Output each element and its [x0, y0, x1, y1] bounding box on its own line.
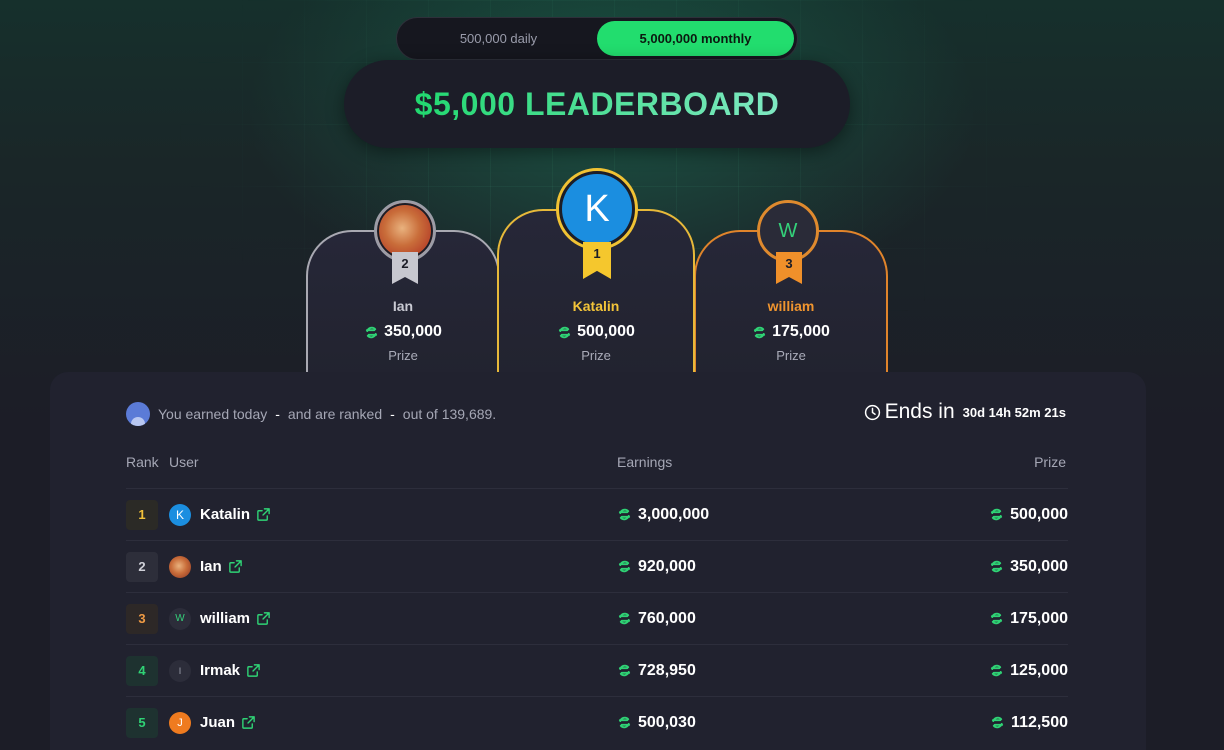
leaderboard-banner: $5,000 LEADERBOARD — [344, 60, 850, 148]
earnings-value: 920,000 — [638, 557, 696, 575]
podium-prize-label: Prize — [581, 348, 611, 363]
prize-value: 500,000 — [1010, 505, 1068, 523]
rank-badge: 5 — [126, 707, 158, 738]
prize-cell: 112,500 — [990, 714, 1068, 732]
clock-icon — [864, 404, 880, 420]
podium-prize-label: Prize — [388, 348, 418, 363]
podium-prize: 350,000 — [308, 323, 498, 341]
coin-icon — [991, 716, 1004, 729]
column-header-earnings: Earnings — [617, 454, 673, 470]
coin-icon — [753, 326, 766, 338]
external-link-icon[interactable] — [246, 663, 261, 678]
monthly-toggle-option[interactable]: 5,000,000 monthly — [597, 21, 794, 56]
earnings-cell: 500,030 — [617, 714, 696, 732]
prize-cell: 175,000 — [989, 610, 1068, 628]
rank-badge: 1 — [126, 499, 158, 530]
podium-prize-value: 350,000 — [384, 323, 442, 340]
table-row: 4 I Irmak 728,950 125,000 — [126, 644, 1068, 696]
earnings-cell: 3,000,000 — [617, 506, 709, 524]
table-row: 2 Ian 920,000 350,000 — [126, 540, 1068, 592]
coin-icon — [618, 664, 631, 677]
coin-icon — [991, 664, 1003, 677]
table-row: 3 W william 760,000 175,000 — [126, 592, 1068, 644]
user-name-link[interactable]: Irmak — [200, 662, 240, 679]
podium-name: Ian — [392, 298, 414, 314]
prize-value: 350,000 — [1010, 557, 1068, 575]
avatar-letter: K — [562, 174, 632, 244]
rank-badge: 3 — [126, 603, 158, 634]
prize-value: 175,000 — [1010, 609, 1068, 627]
avatar[interactable]: K — [169, 503, 191, 526]
countdown: Ends in 30d 14h 52m 21s — [864, 400, 1066, 424]
column-header-prize: Prize — [1034, 454, 1066, 470]
user-avatar-icon — [126, 402, 150, 426]
podium-prize: 500,000 — [499, 323, 693, 341]
prize-cell: 125,000 — [989, 662, 1068, 680]
coin-icon — [618, 560, 631, 573]
coin-icon — [558, 326, 571, 338]
podium-prize: 175,000 — [696, 323, 886, 341]
external-link-icon[interactable] — [241, 715, 256, 730]
table-row: 5 J Juan 500,030 112,500 — [126, 696, 1068, 748]
user-status: You earned today - and are ranked - out … — [126, 402, 496, 426]
podium-name: Katalin — [572, 298, 620, 314]
rank-badge: 2 — [126, 551, 158, 582]
prize-cell: 500,000 — [989, 506, 1068, 524]
status-suffix: out of 139,689. — [402, 406, 497, 422]
coin-icon — [618, 612, 631, 625]
table-row: 1 K Katalin 3,000,000 500,000 — [126, 488, 1068, 540]
prize-value: 125,000 — [1010, 661, 1068, 679]
avatar[interactable]: W — [169, 607, 191, 630]
coin-icon — [618, 716, 631, 729]
external-link-icon[interactable] — [256, 507, 271, 522]
status-dash: - — [390, 406, 395, 422]
user-name-link[interactable]: Katalin — [200, 506, 250, 523]
coin-icon — [365, 326, 378, 338]
earnings-cell: 728,950 — [617, 662, 696, 680]
prize-value: 112,500 — [1011, 713, 1068, 731]
countdown-time: 30d 14h 52m 21s — [962, 404, 1066, 420]
podium-prize-value: 175,000 — [772, 323, 830, 340]
countdown-label: Ends in — [884, 400, 955, 423]
status-dash: - — [275, 406, 280, 422]
coin-icon — [991, 560, 1003, 573]
avatar-letter: W — [778, 219, 798, 242]
podium-prize-label: Prize — [776, 348, 806, 363]
earnings-value: 728,950 — [638, 661, 696, 679]
earnings-cell: 760,000 — [617, 610, 696, 628]
user-name-link[interactable]: Ian — [200, 558, 222, 575]
page-title: $5,000 LEADERBOARD — [414, 85, 780, 122]
status-prefix: You earned today — [158, 406, 268, 422]
external-link-icon[interactable] — [256, 611, 271, 626]
avatar[interactable]: I — [169, 659, 191, 682]
earnings-value: 3,000,000 — [638, 505, 710, 523]
earnings-value: 500,030 — [638, 713, 696, 731]
period-toggle: 500,000 daily 5,000,000 monthly — [396, 17, 798, 60]
daily-toggle-option[interactable]: 500,000 daily — [400, 21, 597, 56]
earnings-cell: 920,000 — [617, 558, 696, 576]
avatar[interactable]: J — [169, 711, 191, 734]
coin-icon — [991, 508, 1003, 521]
user-name-link[interactable]: Juan — [200, 714, 235, 731]
podium-name: william — [767, 298, 815, 314]
rank-badge: 4 — [126, 655, 158, 686]
column-header-rank: Rank — [126, 454, 159, 470]
earnings-value: 760,000 — [638, 609, 696, 627]
coin-icon — [991, 612, 1003, 625]
external-link-icon[interactable] — [228, 559, 243, 574]
avatar[interactable] — [169, 555, 191, 578]
podium-prize-value: 500,000 — [577, 323, 635, 340]
column-header-user: User — [169, 454, 199, 470]
status-middle: and are ranked — [287, 406, 383, 422]
coin-icon — [618, 508, 631, 521]
prize-cell: 350,000 — [989, 558, 1068, 576]
avatar[interactable]: K — [556, 168, 638, 250]
user-name-link[interactable]: william — [200, 610, 250, 627]
